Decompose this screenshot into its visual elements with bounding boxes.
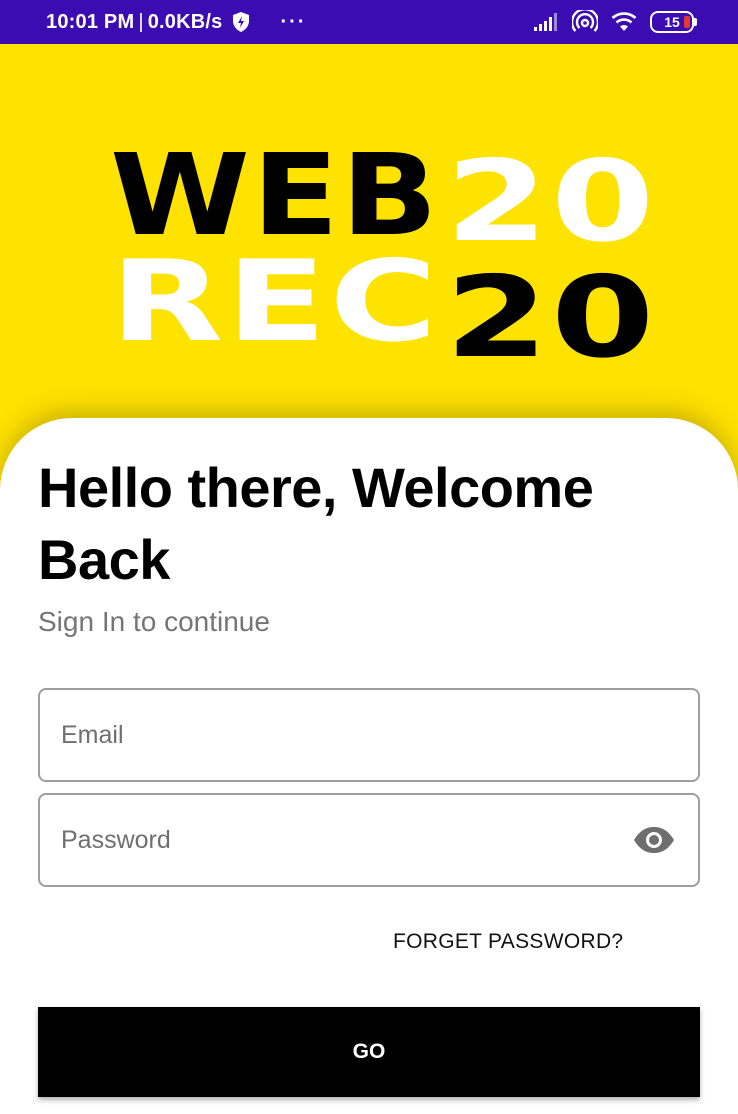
logo-rec: REC (110, 237, 440, 362)
status-bar: 10:01 PM | 0.0KB/s ··· 15 (0, 0, 738, 44)
password-field[interactable] (38, 793, 700, 887)
shield-icon (232, 12, 249, 32)
logo-20-top: 20 (445, 137, 657, 267)
welcome-heading: Hello there, Welcome Back (38, 456, 594, 591)
status-right: 15 (534, 10, 697, 34)
battery-icon: 15 (650, 11, 697, 33)
network-speed: 0.0KB/s (147, 10, 223, 33)
go-button[interactable]: GO (38, 1007, 700, 1097)
status-separator: | (138, 10, 144, 33)
battery-level: 15 (664, 14, 680, 30)
password-input[interactable] (61, 795, 632, 885)
wifi-icon (611, 12, 637, 31)
eye-icon[interactable] (632, 825, 676, 855)
signal-icon (534, 13, 557, 31)
status-left: 10:01 PM | 0.0KB/s ··· (46, 11, 306, 34)
logo-20-bottom: 20 (445, 253, 657, 362)
forget-password-link[interactable]: FORGET PASSWORD? (393, 930, 623, 954)
more-notifications: ··· (280, 10, 307, 33)
web20-rec20-logo: WEB 20 REC 20 (110, 132, 657, 362)
status-time: 10:01 PM (46, 10, 135, 33)
sign-in-subtitle: Sign In to continue (38, 606, 270, 637)
email-field[interactable] (38, 688, 700, 782)
hotspot-icon (572, 10, 598, 32)
battery-low-indicator (684, 16, 690, 28)
email-input[interactable] (61, 690, 698, 780)
